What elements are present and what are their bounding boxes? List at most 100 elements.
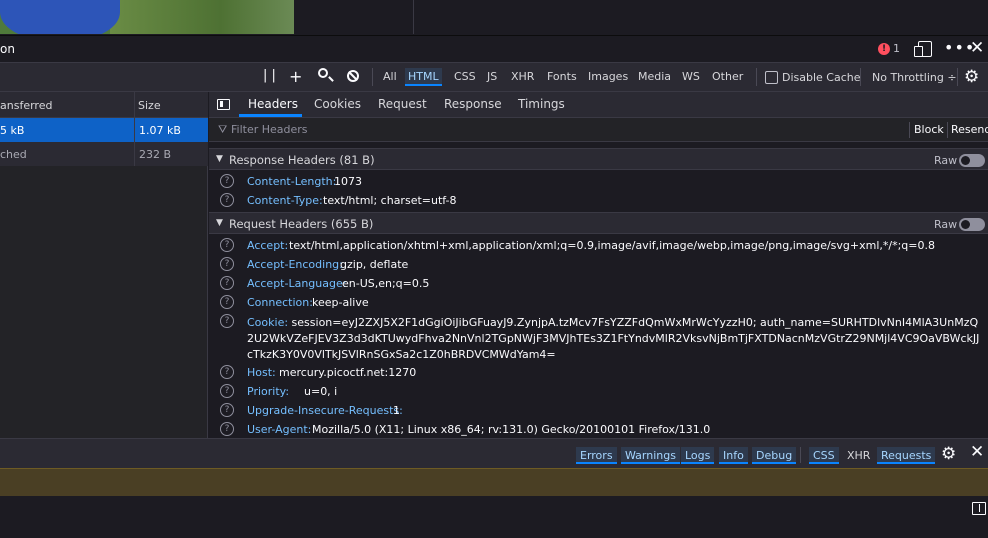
console-debug-button[interactable]: Debug (752, 447, 797, 464)
header-row: ? Content-Length: 1073 (209, 172, 988, 191)
divider (413, 0, 414, 34)
block-requests-icon[interactable] (347, 70, 359, 82)
close-icon[interactable]: ✕ (970, 442, 984, 462)
header-row: ? Connection: keep-alive (209, 293, 988, 312)
column-size[interactable]: Size (138, 99, 161, 112)
request-list: ansferred Size 5 kB 1.07 kB ched 232 B (0, 92, 208, 438)
divider (372, 68, 373, 86)
help-icon[interactable]: ? (220, 314, 234, 328)
help-icon[interactable]: ? (220, 384, 234, 398)
filter-icon: ⛛ (218, 123, 228, 136)
tab-cookies[interactable]: Cookies (314, 97, 361, 111)
filter-all-button[interactable]: All (380, 68, 400, 86)
help-icon[interactable]: ? (220, 276, 234, 290)
filter-css-button[interactable]: CSS (451, 68, 479, 86)
expand-triangle-icon: ▼ (216, 218, 223, 228)
header-row: ? Accept-Encoding: gzip, deflate (209, 255, 988, 274)
console-xhr-button[interactable]: XHR (843, 447, 874, 464)
raw-toggle[interactable] (959, 154, 985, 167)
close-icon[interactable]: ✕ (970, 38, 984, 58)
details-tabs: Headers Cookies Request Response Timings (209, 92, 988, 118)
table-row[interactable]: 5 kB 1.07 kB (0, 118, 208, 142)
header-row: ? Upgrade-Insecure-Requests: 1 (209, 401, 988, 420)
tab-request[interactable]: Request (378, 97, 427, 111)
tab-response[interactable]: Response (444, 97, 502, 111)
filter-headers-input[interactable]: Filter Headers (231, 123, 308, 136)
transferred-cell: ched (0, 148, 27, 161)
filter-media-button[interactable]: Media (635, 68, 674, 86)
filter-fonts-button[interactable]: Fonts (544, 68, 580, 86)
block-button[interactable]: Block (914, 123, 944, 136)
headers-filter-bar: ⛛ Filter Headers Block Resend (209, 118, 988, 142)
request-list-header: ansferred Size (0, 92, 208, 118)
header-value: mercury.picoctf.net:1270 (279, 366, 417, 379)
split-console-icon[interactable] (972, 502, 986, 515)
section-title: Response Headers (81 B) (229, 153, 375, 167)
help-icon[interactable]: ? (220, 174, 234, 188)
console-filter-bar: Errors Warnings Logs Info Debug CSS XHR … (0, 438, 988, 468)
filter-xhr-button[interactable]: XHR (508, 68, 537, 86)
tab-timings[interactable]: Timings (518, 97, 565, 111)
header-name: User-Agent: (247, 423, 312, 436)
header-row: ? Host: mercury.picoctf.net:1270 (209, 363, 988, 382)
console-requests-button[interactable]: Requests (877, 447, 936, 464)
help-icon[interactable]: ? (220, 193, 234, 207)
column-transferred[interactable]: ansferred (0, 99, 52, 112)
console-logs-button[interactable]: Logs (681, 447, 715, 464)
divider (860, 68, 861, 86)
header-name: Upgrade-Insecure-Requests: (247, 404, 403, 417)
page-viewport (0, 0, 988, 34)
help-icon[interactable]: ? (220, 403, 234, 417)
responsive-design-icon[interactable] (914, 41, 932, 57)
help-icon[interactable]: ? (220, 257, 234, 271)
raw-toggle[interactable] (959, 218, 985, 231)
search-icon[interactable] (318, 68, 328, 78)
divider (947, 122, 948, 138)
header-value: text/html; charset=utf-8 (323, 194, 457, 207)
header-row: ? Priority: u=0, i (209, 382, 988, 401)
network-toolbar: | | + All HTML CSS JS XHR Fonts Images M… (0, 63, 988, 92)
toolbox-tab-label[interactable]: on (0, 42, 15, 56)
console-info-button[interactable]: Info (719, 447, 748, 464)
help-icon[interactable]: ? (220, 422, 234, 436)
section-title: Request Headers (655 B) (229, 217, 374, 231)
error-icon[interactable]: ! (878, 43, 890, 55)
header-value: Mozilla/5.0 (X11; Linux x86_64; rv:131.0… (312, 423, 711, 436)
console-warnings-button[interactable]: Warnings (621, 447, 680, 464)
divider (800, 447, 801, 463)
disable-cache-label[interactable]: Disable Cache (782, 71, 861, 84)
throttling-select[interactable]: No Throttling ÷ (872, 71, 957, 84)
help-icon[interactable]: ? (220, 295, 234, 309)
filter-js-button[interactable]: JS (484, 68, 500, 86)
size-cell: 1.07 kB (139, 124, 181, 137)
disable-cache-checkbox[interactable] (765, 71, 778, 84)
filter-html-button[interactable]: HTML (405, 68, 442, 86)
tab-headers[interactable]: Headers (248, 97, 298, 111)
raw-label: Raw (934, 154, 958, 167)
filter-other-button[interactable]: Other (709, 68, 746, 86)
header-value: 1 (393, 404, 400, 417)
console-css-button[interactable]: CSS (809, 447, 839, 464)
filter-ws-button[interactable]: WS (679, 68, 703, 86)
request-headers-section[interactable]: ▼ Request Headers (655 B) Raw (209, 212, 988, 234)
header-row: ? User-Agent: Mozilla/5.0 (X11; Linux x8… (209, 420, 988, 438)
gear-icon[interactable]: ⚙ (941, 444, 956, 464)
filter-images-button[interactable]: Images (585, 68, 631, 86)
console-errors-button[interactable]: Errors (576, 447, 617, 464)
table-row[interactable]: ched 232 B (0, 142, 208, 166)
console-input[interactable] (0, 496, 988, 538)
help-icon[interactable]: ? (220, 365, 234, 379)
pause-icon[interactable]: | | (263, 68, 276, 83)
gear-icon[interactable]: ⚙ (964, 67, 979, 87)
response-headers-section[interactable]: ▼ Response Headers (81 B) Raw (209, 148, 988, 170)
request-details-panel: Headers Cookies Request Response Timings… (209, 92, 988, 438)
raw-label: Raw (934, 218, 958, 231)
error-count[interactable]: 1 (893, 42, 900, 55)
toggle-panel-icon[interactable] (217, 99, 230, 110)
header-name: Accept: (247, 239, 289, 252)
resend-button[interactable]: Resend (951, 123, 988, 136)
plus-icon[interactable]: + (289, 67, 302, 86)
divider (134, 92, 135, 118)
header-value: 1073 (334, 175, 362, 188)
help-icon[interactable]: ? (220, 238, 234, 252)
